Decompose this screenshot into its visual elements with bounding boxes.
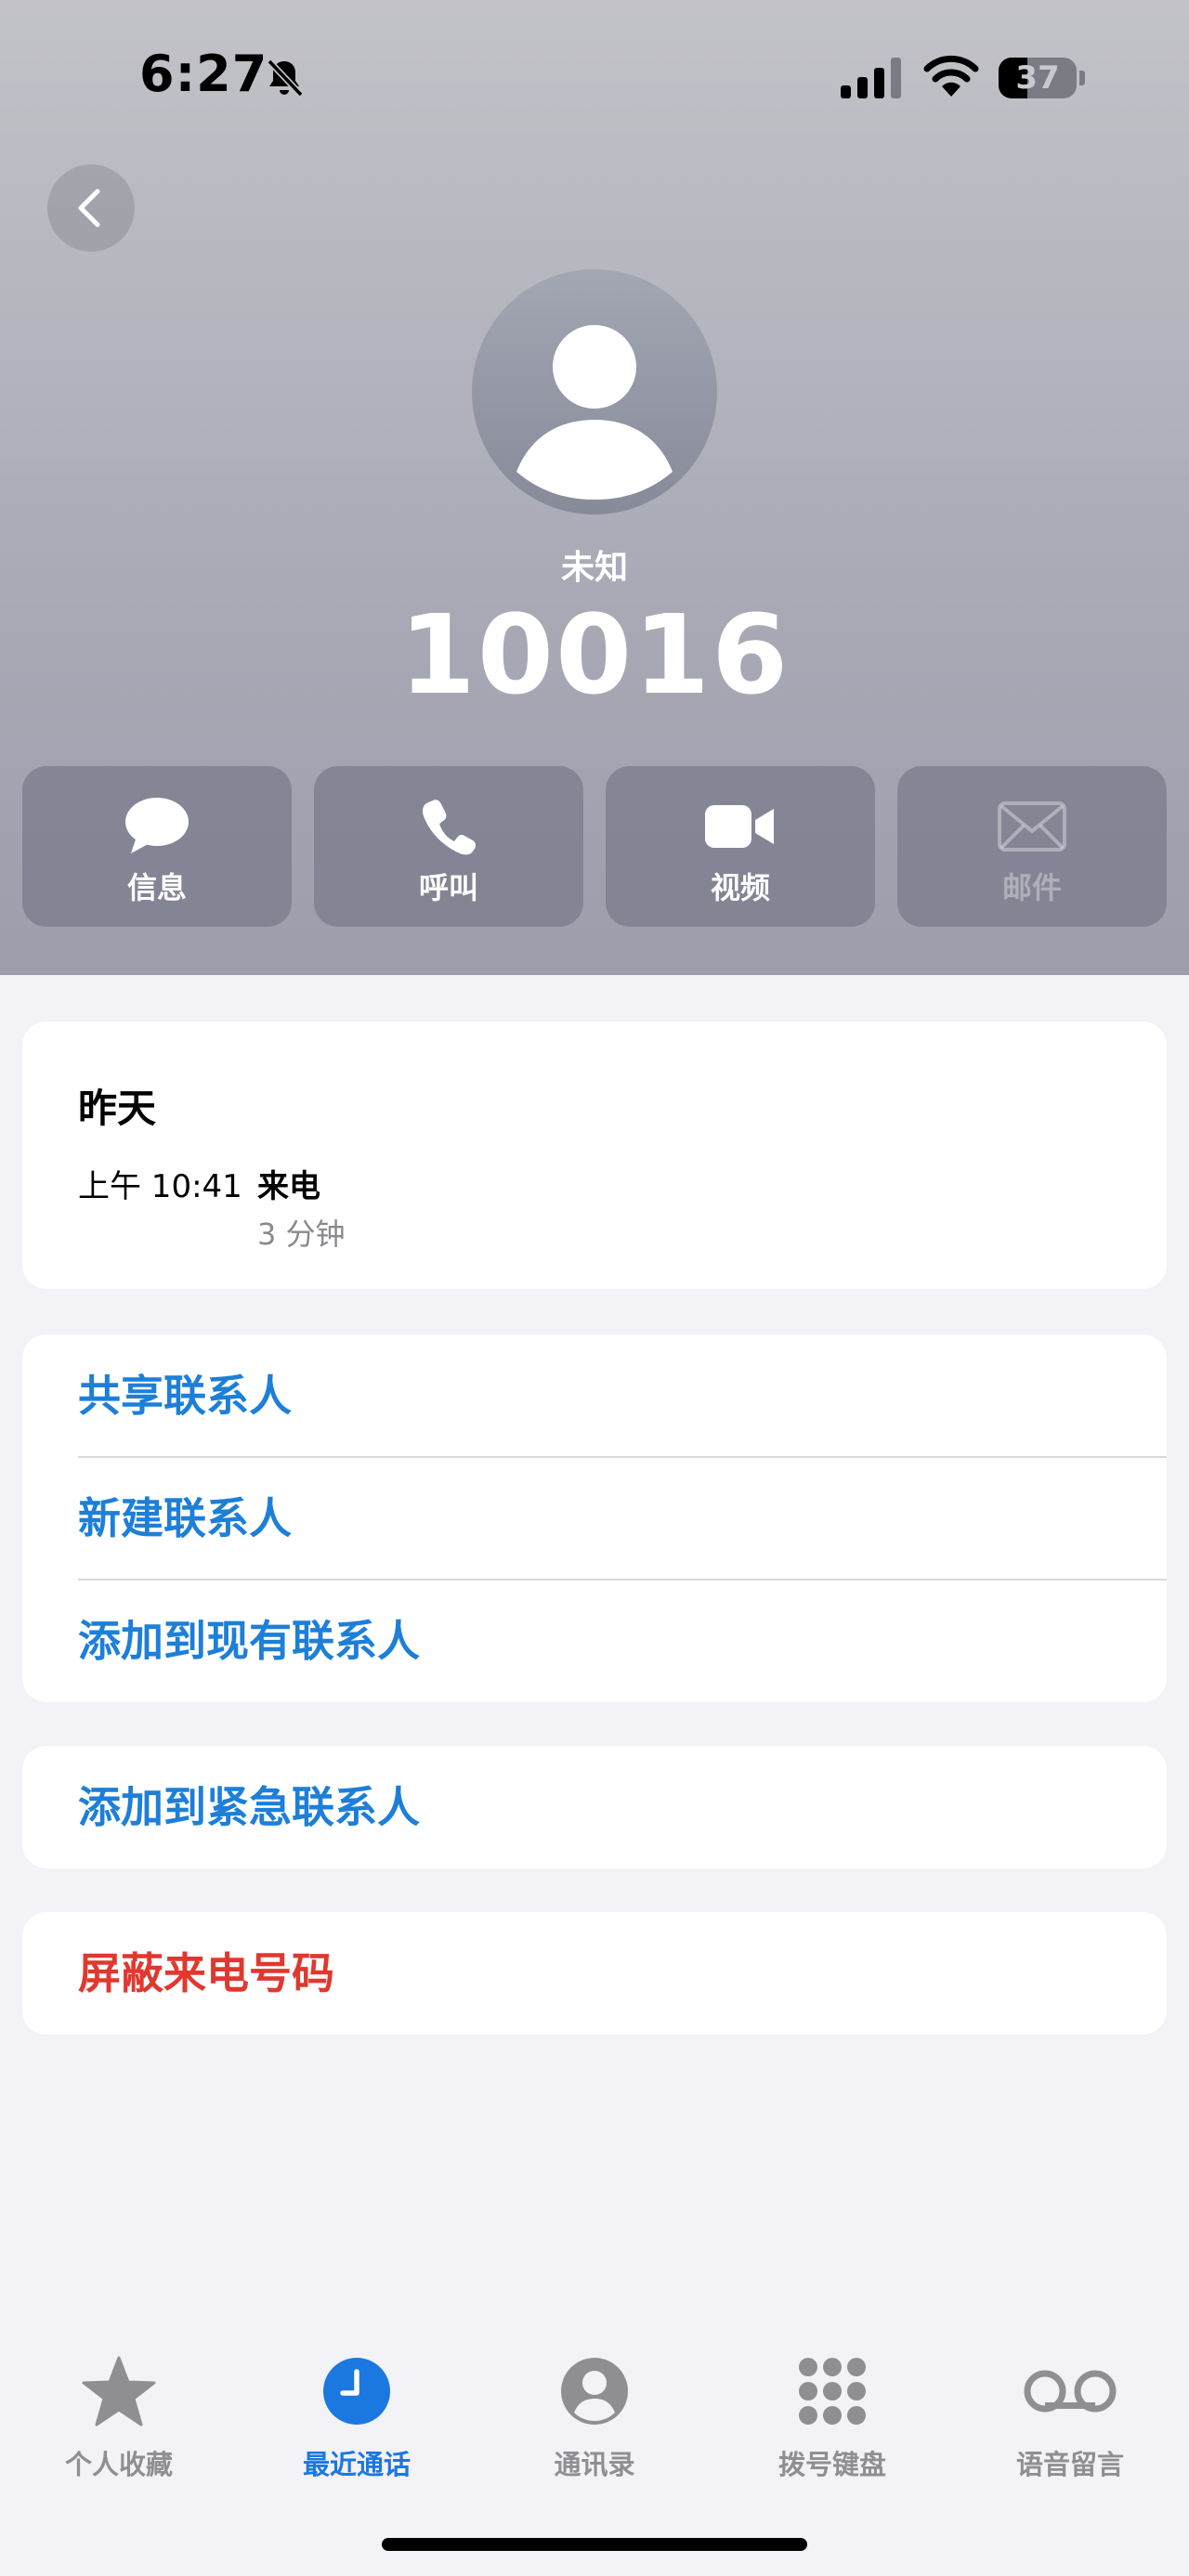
new-contact-button[interactable]: 新建联系人 xyxy=(78,1457,1167,1580)
history-day: 昨天 xyxy=(78,1086,157,1131)
wifi-icon xyxy=(923,55,979,97)
phone-icon xyxy=(423,800,477,855)
emergency-contact-card: 添加到紧急联系人 xyxy=(22,1746,1167,1868)
clock-icon xyxy=(323,2358,390,2425)
tab-favorites[interactable]: 个人收藏 xyxy=(0,2354,238,2484)
add-to-existing-contact-button[interactable]: 添加到现有联系人 xyxy=(78,1580,1167,1702)
keypad-grid-icon xyxy=(799,2358,866,2425)
person-circle-icon xyxy=(561,2358,628,2425)
mail-envelope-icon xyxy=(998,801,1066,852)
call-button[interactable]: 呼叫 xyxy=(314,766,583,927)
tab-voicemail[interactable]: 语音留言 xyxy=(951,2354,1189,2484)
tab-contacts-label: 通讯录 xyxy=(554,2449,635,2480)
video-camera-icon xyxy=(705,805,774,848)
mail-button-label: 邮件 xyxy=(1001,870,1062,905)
block-caller-card: 屏蔽来电号码 xyxy=(22,1912,1167,2035)
tab-recents-label: 最近通话 xyxy=(302,2449,411,2480)
message-button-label: 信息 xyxy=(126,870,187,905)
call-history-card: 昨天 上午 10:41 来电 3 分钟 xyxy=(22,1021,1167,1289)
voicemail-icon xyxy=(1024,2370,1117,2413)
share-contact-button[interactable]: 共享联系人 xyxy=(78,1334,1167,1457)
history-time: 上午 10:41 xyxy=(78,1168,242,1205)
cellular-signal-icon xyxy=(841,58,901,98)
home-indicator[interactable] xyxy=(382,2538,807,2551)
back-button[interactable] xyxy=(47,164,135,252)
chevron-left-icon xyxy=(78,189,100,228)
history-call-type: 来电 xyxy=(257,1168,320,1205)
call-button-label: 呼叫 xyxy=(418,870,478,905)
contact-avatar xyxy=(472,269,717,514)
mail-button[interactable]: 邮件 xyxy=(897,766,1167,927)
video-button[interactable]: 视频 xyxy=(606,766,875,927)
add-to-emergency-contact-button[interactable]: 添加到紧急联系人 xyxy=(78,1746,1167,1868)
video-button-label: 视频 xyxy=(710,870,770,905)
tab-keypad[interactable]: 拨号键盘 xyxy=(713,2354,951,2484)
bell-slash-icon xyxy=(267,59,304,98)
tab-voicemail-label: 语音留言 xyxy=(1015,2449,1124,2480)
battery-indicator: 37 xyxy=(999,58,1085,98)
block-caller-button[interactable]: 屏蔽来电号码 xyxy=(78,1912,1167,2035)
contact-options-card: 共享联系人 新建联系人 添加到现有联系人 xyxy=(22,1334,1167,1702)
message-button[interactable]: 信息 xyxy=(22,766,292,927)
star-icon xyxy=(82,2356,156,2426)
caller-label: 未知 xyxy=(560,549,628,587)
tab-recents[interactable]: 最近通话 xyxy=(238,2354,476,2484)
person-silhouette-icon xyxy=(516,325,673,500)
history-duration: 3 分钟 xyxy=(257,1216,346,1252)
caller-number: 10016 xyxy=(399,591,790,719)
tab-favorites-label: 个人收藏 xyxy=(64,2449,173,2480)
status-time: 6:27 xyxy=(139,45,268,103)
tab-keypad-label: 拨号键盘 xyxy=(777,2449,886,2480)
message-bubble-icon xyxy=(125,798,189,853)
battery-level-text: 37 xyxy=(1015,59,1060,97)
tab-contacts[interactable]: 通讯录 xyxy=(476,2354,713,2484)
